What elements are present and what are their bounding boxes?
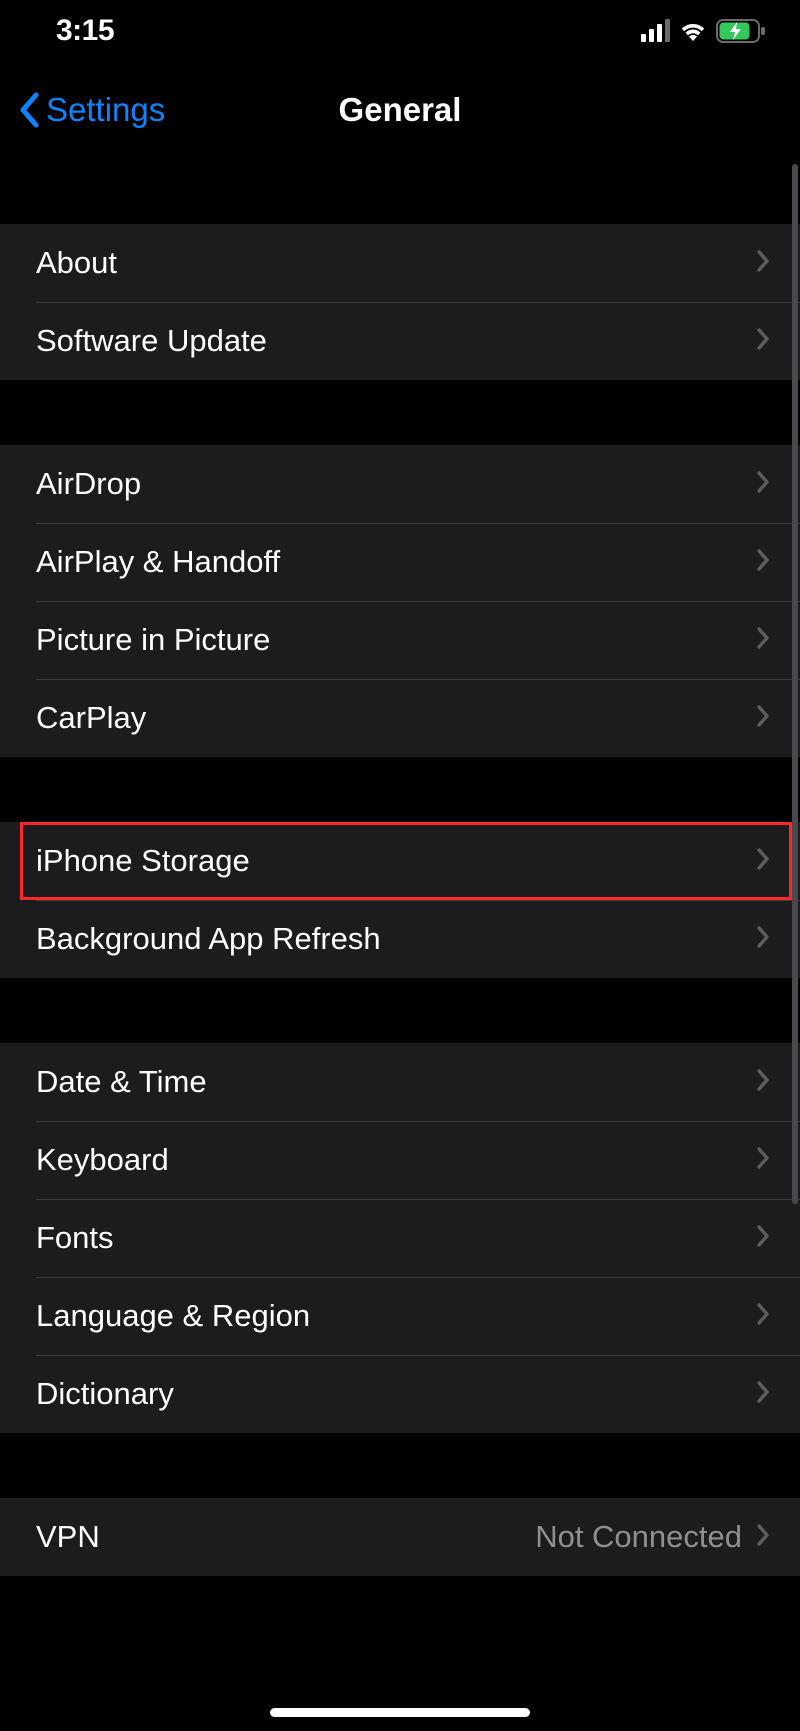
navigation-bar: Settings General (0, 62, 800, 157)
settings-group: VPNNot Connected (0, 1498, 800, 1576)
row-airplay-handoff[interactable]: AirPlay & Handoff (0, 523, 800, 601)
row-label: AirDrop (36, 466, 756, 502)
group-spacer (0, 757, 800, 822)
chevron-right-icon (756, 466, 770, 502)
chevron-right-icon (756, 1064, 770, 1100)
chevron-right-icon (756, 700, 770, 736)
row-date-time[interactable]: Date & Time (0, 1043, 800, 1121)
row-software-update[interactable]: Software Update (0, 302, 800, 380)
chevron-right-icon (756, 245, 770, 281)
row-background-app-refresh[interactable]: Background App Refresh (0, 900, 800, 978)
chevron-right-icon (756, 622, 770, 658)
chevron-right-icon (756, 843, 770, 879)
row-fonts[interactable]: Fonts (0, 1199, 800, 1277)
row-airdrop[interactable]: AirDrop (0, 445, 800, 523)
row-label: iPhone Storage (36, 843, 756, 879)
home-indicator[interactable] (270, 1708, 530, 1717)
row-label: CarPlay (36, 700, 756, 736)
scroll-indicator[interactable] (792, 164, 798, 1204)
chevron-right-icon (756, 1298, 770, 1334)
settings-group: About Software Update (0, 224, 800, 380)
chevron-right-icon (756, 544, 770, 580)
cellular-signal-icon (641, 20, 670, 42)
chevron-right-icon (756, 1142, 770, 1178)
row-dictionary[interactable]: Dictionary (0, 1355, 800, 1433)
back-label: Settings (46, 91, 165, 129)
row-label: Fonts (36, 1220, 756, 1256)
row-label: AirPlay & Handoff (36, 544, 756, 580)
row-language-region[interactable]: Language & Region (0, 1277, 800, 1355)
row-about[interactable]: About (0, 224, 800, 302)
status-time: 3:15 (56, 14, 114, 48)
wifi-icon (678, 20, 708, 42)
group-spacer (0, 380, 800, 445)
back-button[interactable]: Settings (18, 62, 165, 157)
group-spacer (0, 1433, 800, 1498)
row-picture-in-picture[interactable]: Picture in Picture (0, 601, 800, 679)
status-bar: 3:15 (0, 0, 800, 62)
page-title: General (339, 91, 462, 129)
row-detail: Not Connected (535, 1519, 742, 1555)
row-label: Software Update (36, 323, 756, 359)
settings-group: Date & Time Keyboard Fonts Language & Regio… (0, 1043, 800, 1433)
status-indicator-group (641, 19, 766, 43)
row-label: Date & Time (36, 1064, 756, 1100)
group-spacer (0, 163, 800, 224)
chevron-right-icon (756, 1220, 770, 1256)
settings-group: iPhone Storage Background App Refresh (0, 822, 800, 978)
row-label: VPN (36, 1519, 535, 1555)
group-spacer (0, 978, 800, 1043)
row-label: Background App Refresh (36, 921, 756, 957)
row-label: Dictionary (36, 1376, 756, 1412)
chevron-right-icon (756, 1376, 770, 1412)
chevron-left-icon (18, 91, 40, 129)
row-carplay[interactable]: CarPlay (0, 679, 800, 757)
chevron-right-icon (756, 1519, 770, 1555)
row-label: Picture in Picture (36, 622, 756, 658)
row-label: About (36, 245, 756, 281)
settings-group: AirDrop AirPlay & Handoff Picture in Pictu… (0, 445, 800, 757)
row-vpn[interactable]: VPNNot Connected (0, 1498, 800, 1576)
chevron-right-icon (756, 323, 770, 359)
battery-charging-icon (716, 19, 766, 43)
row-label: Language & Region (36, 1298, 756, 1334)
chevron-right-icon (756, 921, 770, 957)
row-keyboard[interactable]: Keyboard (0, 1121, 800, 1199)
row-label: Keyboard (36, 1142, 756, 1178)
row-iphone-storage[interactable]: iPhone Storage (0, 822, 800, 900)
